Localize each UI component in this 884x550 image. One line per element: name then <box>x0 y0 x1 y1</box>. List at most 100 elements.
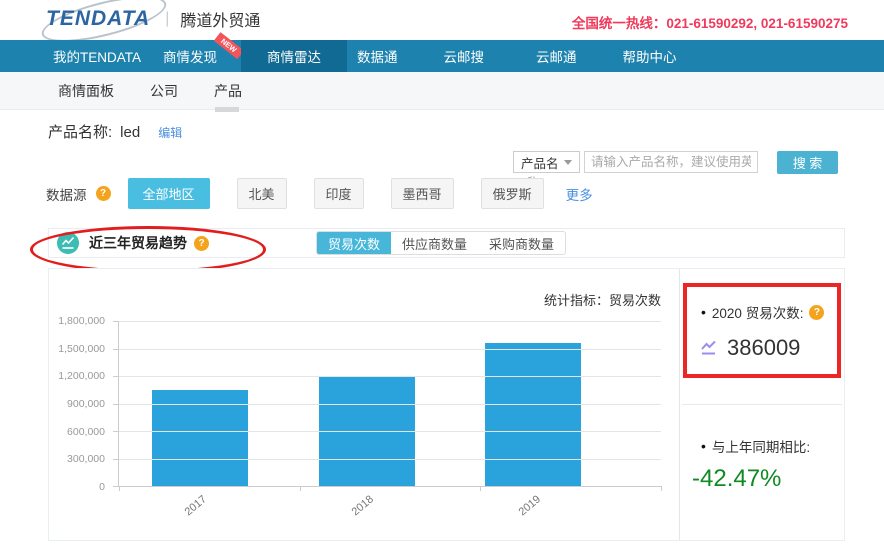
nav-item[interactable]: 云邮通 <box>536 40 577 72</box>
trend-content: 统计指标：贸易次数 1,800,000 1,500,000 1,200,000 900… <box>48 268 845 541</box>
more-regions-link[interactable]: 更多 <box>566 184 593 204</box>
main-nav: 我的TENDATA 商情发现 NEW 商情雷达 数据通 云邮搜 云邮通 帮助中心 <box>0 32 884 72</box>
hotline-label: 全国统一热线： <box>571 16 667 31</box>
gridline <box>119 376 661 377</box>
logo-subtitle: 腾道外贸通 <box>180 13 261 30</box>
chart-panel: 统计指标：贸易次数 1,800,000 1,500,000 1,200,000 900… <box>49 269 679 540</box>
hotline-numbers: 021-61590292, 021-61590275 <box>666 16 848 31</box>
y-tick-label: 0 <box>99 481 105 493</box>
nav-item[interactable]: 商情发现 NEW <box>163 32 244 72</box>
filter-button[interactable]: 墨西哥 <box>390 178 454 209</box>
red-rectangle-annotation <box>683 283 841 378</box>
y-axis-tick <box>113 348 119 350</box>
nav-item[interactable]: 商情雷达 <box>241 40 348 72</box>
help-icon[interactable]: ? <box>809 304 825 320</box>
gridline <box>119 321 661 322</box>
edit-link[interactable]: 编辑 <box>158 124 182 141</box>
bullet-icon: • <box>701 304 706 320</box>
y-tick-label: 600,000 <box>67 425 105 438</box>
nav-item-label: 商情雷达 <box>267 50 322 65</box>
stat-indicator-label: 统计指标：贸易次数 <box>543 293 661 308</box>
search-category-value: 产品名 <box>521 156 559 171</box>
year-stat-value-row: 386009 <box>700 335 800 361</box>
search-input[interactable] <box>584 151 758 173</box>
x-axis-label: 2019 <box>516 493 543 519</box>
panel-divider <box>682 404 842 405</box>
subnav-item[interactable]: 公司 <box>150 81 178 101</box>
trend-section-header: 近三年贸易趋势 ? 贸易次数 供应商数量 采购商数量 <box>30 226 845 273</box>
product-name-value: led <box>120 124 141 141</box>
nav-item[interactable]: 云邮搜 <box>444 40 485 72</box>
subnav-item[interactable]: 商情面板 <box>58 81 114 101</box>
y-axis-tick <box>113 458 119 460</box>
gridline <box>119 458 661 460</box>
subnav-tabs: 商情面板 公司 产品 <box>58 72 242 112</box>
x-axis-tick <box>119 486 120 491</box>
trend-tab-group: 贸易次数 供应商数量 采购商数量 <box>316 231 567 255</box>
trend-tab[interactable]: 供应商数量 <box>391 232 478 254</box>
logo-divider: | <box>165 10 170 27</box>
y-tick-label: 1,800,000 <box>58 315 105 327</box>
nav-item-label: 我的TENDATA <box>53 50 142 65</box>
purple-chart-icon <box>701 340 716 355</box>
trend-tab[interactable]: 贸易次数 <box>317 232 392 254</box>
filter-button[interactable]: 全部地区 <box>127 178 210 209</box>
x-axis-tick <box>661 486 662 491</box>
nav-item-label: 云邮通 <box>536 50 577 65</box>
y-tick-label: 1,500,000 <box>58 342 105 355</box>
y-axis-tick <box>113 403 119 405</box>
bar <box>485 343 581 486</box>
y-axis-tick <box>113 321 119 322</box>
nav-item[interactable]: 帮助中心 <box>623 40 677 72</box>
y-tick-label: 900,000 <box>67 398 105 410</box>
gridline <box>119 403 661 405</box>
y-axis-labels: 1,800,000 1,500,000 1,200,000 900,000 600,00… <box>49 315 111 493</box>
y-tick-label: 1,200,000 <box>58 370 105 383</box>
help-icon[interactable]: ? <box>194 235 209 251</box>
logo-text: TENDATA <box>46 7 151 30</box>
top-header: TENDATA | 腾道外贸通 全国统一热线：021-61590292, 021… <box>0 0 884 51</box>
search-category-select[interactable]: 产品名 <box>513 151 580 173</box>
comparison-label-row: • 与上年同期相比: <box>701 436 810 456</box>
y-axis-tick <box>113 431 119 432</box>
nav-item[interactable]: 我的TENDATA <box>53 40 141 72</box>
line-chart-icon <box>57 232 79 254</box>
filter-button[interactable]: 俄罗斯 <box>480 178 544 209</box>
x-axis-tick <box>480 486 482 491</box>
x-axis-label: 2017 <box>182 493 209 519</box>
summary-panel: • 2020 贸易次数: ? 386009 • 与上年同期相比: -42.47% <box>679 269 844 540</box>
x-axis-tick <box>299 486 301 491</box>
data-source-label: 数据源 <box>46 187 87 203</box>
trend-tab[interactable]: 采购商数量 <box>478 232 565 254</box>
filter-button[interactable]: 北美 <box>236 178 287 209</box>
year-stat-label-row: • 2020 贸易次数: ? <box>701 302 825 322</box>
comparison-label: 与上年同期相比: <box>711 440 811 455</box>
hotline: 全国统一热线：021-61590292, 021-61590275 <box>572 12 848 32</box>
region-filter-group: 全部地区 北美 印度 墨西哥 俄罗斯 <box>127 178 544 209</box>
comparison-value: -42.47% <box>692 465 782 492</box>
nav-item-label: 云邮搜 <box>443 50 485 65</box>
year-stat-value: 386009 <box>727 335 801 360</box>
nav-item-label: 数据通 <box>357 50 398 65</box>
nav-item-label: 商情发现 <box>163 50 218 65</box>
help-icon[interactable]: ? <box>95 186 111 201</box>
data-source-row: 数据源 ? 全部地区 北美 印度 墨西哥 俄罗斯 更多 <box>46 178 593 209</box>
logo: TENDATA | 腾道外贸通 <box>37 0 261 51</box>
search-button[interactable]: 搜 索 <box>777 151 838 174</box>
trend-title: 近三年贸易趋势 <box>89 235 187 251</box>
year-stat-label: 2020 贸易次数: <box>711 306 804 321</box>
subnav-item[interactable]: 产品 <box>214 81 242 112</box>
product-name-row: 产品名称: led 编辑 <box>48 121 182 142</box>
x-axis-label: 2018 <box>349 493 376 519</box>
gridline <box>119 431 661 432</box>
filter-button[interactable]: 印度 <box>313 178 364 209</box>
bar-chart-plot <box>113 321 662 491</box>
nav-item-label: 帮助中心 <box>622 50 677 65</box>
product-name-label: 产品名称: <box>48 124 113 141</box>
x-axis-labels: 2017 2018 2019 <box>118 493 661 519</box>
nav-item[interactable]: 数据通 <box>357 40 398 72</box>
sub-nav: 商情面板公司产品 产品名 称 搜 索 <box>0 72 884 190</box>
gridline <box>119 348 661 350</box>
bullet-icon: • <box>701 438 706 454</box>
y-axis-tick <box>113 376 119 377</box>
